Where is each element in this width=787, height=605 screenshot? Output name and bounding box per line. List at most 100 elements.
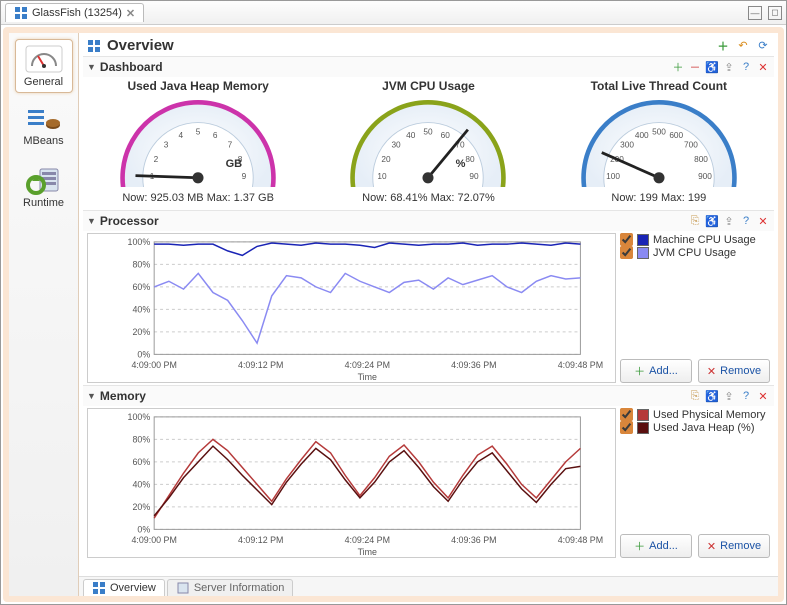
svg-text:20%: 20% (132, 327, 150, 337)
svg-text:4:09:12 PM: 4:09:12 PM (238, 360, 283, 370)
remove-button[interactable]: ✕Remove (698, 534, 770, 558)
svg-text:90: 90 (470, 172, 480, 181)
export-icon[interactable]: ⇪ (722, 214, 736, 228)
sidebar-item-label: Runtime (23, 197, 64, 209)
legend-checkbox[interactable] (620, 408, 633, 421)
processor-header[interactable]: ▼Processor ⎘ ♿ ⇪ ? ✕ (83, 211, 774, 231)
legend-item[interactable]: Used Java Heap (%) (620, 421, 770, 434)
svg-text:4:09:48 PM: 4:09:48 PM (558, 360, 603, 370)
svg-text:4:09:24 PM: 4:09:24 PM (345, 360, 390, 370)
processor-body: 0%20%40%60%80%100%4:09:00 PM4:09:12 PM4:… (83, 231, 774, 385)
editor-tab-glassfish[interactable]: GlassFish (13254) ✕ (5, 3, 144, 22)
memory-header[interactable]: ▼Memory ⎘ ♿ ⇪ ? ✕ (83, 386, 774, 406)
tab-server-information[interactable]: Server Information (167, 579, 293, 596)
svg-text:20%: 20% (132, 502, 150, 512)
dashboard-header[interactable]: ▼Dashboard ＋ － ♿ ⇪ ? ✕ (83, 57, 774, 77)
copy-icon[interactable]: ⎘ (688, 214, 702, 228)
close-icon[interactable]: ✕ (756, 60, 770, 74)
add-button[interactable]: ＋Add... (620, 359, 692, 383)
add-icon[interactable]: ＋ (716, 39, 730, 53)
add-icon[interactable]: ＋ (671, 60, 685, 74)
gauge-card: Used Java Heap Memory 012345678910 GB No… (88, 79, 308, 204)
processor-chart: 0%20%40%60%80%100%4:09:00 PM4:09:12 PM4:… (87, 233, 616, 383)
overview-icon (87, 39, 101, 53)
sidebar-item-label: General (24, 76, 63, 88)
editor-tab-label: GlassFish (13254) (32, 7, 122, 19)
svg-text:60%: 60% (132, 282, 150, 292)
legend-item[interactable]: Used Physical Memory (620, 408, 770, 421)
svg-text:4:09:36 PM: 4:09:36 PM (451, 360, 496, 370)
close-icon[interactable]: ✕ (756, 389, 770, 403)
legend-label: JVM CPU Usage (653, 247, 736, 259)
minimize-button[interactable]: — (748, 6, 762, 20)
svg-text:100: 100 (606, 172, 620, 181)
svg-text:9: 9 (242, 172, 247, 181)
collapse-icon[interactable]: ▼ (87, 62, 96, 72)
svg-text:300: 300 (620, 140, 634, 149)
sidebar-item-mbeans[interactable]: MBeans (15, 103, 73, 151)
legend-label: Used Java Heap (%) (653, 422, 755, 434)
gauge-card: Total Live Thread Count 0100200300400500… (549, 79, 769, 204)
svg-text:10: 10 (378, 172, 388, 181)
svg-text:40: 40 (407, 131, 417, 140)
help-icon[interactable]: ? (739, 60, 753, 74)
legend-item[interactable]: JVM CPU Usage (620, 246, 770, 259)
svg-text:0%: 0% (137, 349, 150, 359)
accessibility-icon[interactable]: ♿ (705, 60, 719, 74)
sidebar-item-general[interactable]: General (15, 39, 73, 93)
tab-overview[interactable]: Overview (83, 579, 165, 596)
export-icon[interactable]: ⇪ (722, 389, 736, 403)
legend-label: Machine CPU Usage (653, 234, 756, 246)
collapse-icon[interactable]: ▼ (87, 391, 96, 401)
svg-text:4:09:24 PM: 4:09:24 PM (345, 535, 390, 545)
page-titlebar: Overview ＋ ↶ ⟳ (79, 33, 778, 56)
gauge-card: JVM CPU Usage 0102030405060708090100 % N… (318, 79, 538, 204)
remove-button[interactable]: ✕Remove (698, 359, 770, 383)
mbeans-icon (26, 107, 62, 133)
overview-icon (14, 6, 28, 20)
collapse-icon[interactable]: ▼ (87, 216, 96, 226)
server-icon (176, 581, 190, 595)
svg-text:80: 80 (466, 155, 476, 164)
svg-text:2: 2 (154, 155, 159, 164)
sidebar-item-runtime[interactable]: Runtime (15, 161, 73, 213)
refresh-icon[interactable]: ⟳ (756, 39, 770, 53)
svg-text:4:09:00 PM: 4:09:00 PM (131, 360, 176, 370)
svg-text:500: 500 (652, 128, 666, 137)
reset-icon[interactable]: ↶ (736, 39, 750, 53)
add-button[interactable]: ＋Add... (620, 534, 692, 558)
legend-checkbox[interactable] (620, 233, 633, 246)
memory-section: ▼Memory ⎘ ♿ ⇪ ? ✕ 0%20%40%60%80%100%4:09… (83, 385, 774, 560)
editor-tabbar: GlassFish (13254) ✕ — ◻ (1, 1, 786, 25)
export-icon[interactable]: ⇪ (722, 60, 736, 74)
remove-icon[interactable]: － (688, 60, 702, 74)
svg-text:80%: 80% (132, 259, 150, 269)
svg-text:6: 6 (213, 131, 218, 140)
gauge-title: JVM CPU Usage (318, 79, 538, 93)
close-icon[interactable]: ✕ (126, 7, 135, 20)
svg-text:80%: 80% (132, 434, 150, 444)
legend-swatch (637, 409, 649, 421)
gauge-status: Now: 199 Max: 199 (549, 192, 769, 204)
legend-checkbox[interactable] (620, 421, 633, 434)
legend-item[interactable]: Machine CPU Usage (620, 233, 770, 246)
help-icon[interactable]: ? (739, 389, 753, 403)
gauge-status: Now: 68.41% Max: 72.07% (318, 192, 538, 204)
accessibility-icon[interactable]: ♿ (705, 389, 719, 403)
help-icon[interactable]: ? (739, 214, 753, 228)
copy-icon[interactable]: ⎘ (688, 389, 702, 403)
window-controls: — ◻ (748, 6, 782, 20)
close-icon[interactable]: ✕ (756, 214, 770, 228)
svg-text:3: 3 (164, 140, 169, 149)
legend-checkbox[interactable] (620, 246, 633, 259)
maximize-button[interactable]: ◻ (768, 6, 782, 20)
svg-text:900: 900 (698, 172, 712, 181)
svg-text:50: 50 (424, 128, 434, 137)
accessibility-icon[interactable]: ♿ (705, 214, 719, 228)
dashboard-icon (24, 44, 64, 74)
svg-text:4:09:12 PM: 4:09:12 PM (238, 535, 283, 545)
svg-text:700: 700 (684, 140, 698, 149)
svg-text:5: 5 (196, 128, 201, 137)
sidebar-item-label: MBeans (23, 135, 63, 147)
memory-legend: Used Physical MemoryUsed Java Heap (%) ＋… (620, 408, 770, 558)
